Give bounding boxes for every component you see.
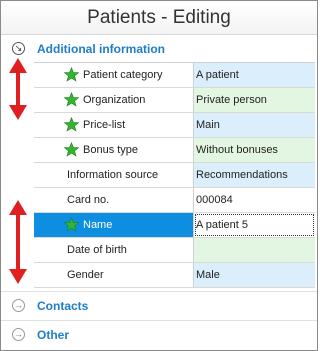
field-caption: Organization [34, 88, 194, 112]
group-other[interactable]: → Other [1, 320, 317, 349]
window-title: Patients - Editing [1, 1, 317, 35]
field-caption: Name [34, 213, 194, 237]
expand-chevron-icon[interactable]: → [12, 328, 25, 341]
field-row-card-no[interactable]: Card no. 000084 [34, 188, 315, 213]
field-label: Date of birth [67, 244, 127, 256]
field-value-card-no[interactable]: 000084 [194, 188, 315, 212]
field-caption: Patient category [34, 63, 194, 87]
field-grid: Patient category A patient Organization … [34, 62, 315, 288]
field-value-organization[interactable]: Private person [194, 88, 315, 112]
field-value-name[interactable]: A patient 5 [194, 213, 315, 237]
field-label: Patient category [83, 69, 163, 81]
group-contacts[interactable]: → Contacts [1, 291, 317, 320]
field-label: Price-list [83, 119, 126, 131]
field-caption: Price-list [34, 113, 194, 137]
field-row-patient-category[interactable]: Patient category A patient [34, 63, 315, 88]
green-star-icon [64, 142, 79, 157]
field-value-information-source[interactable]: Recommendations [194, 163, 315, 187]
field-row-price-list[interactable]: Price-list Main [34, 113, 315, 138]
group-label: Contacts [37, 299, 89, 313]
expand-chevron-icon[interactable]: → [12, 299, 25, 312]
field-value-gender[interactable]: Male [194, 263, 315, 287]
editing-window: Patients - Editing ↘ Additional informat… [0, 0, 318, 351]
green-star-icon [64, 67, 79, 82]
green-star-icon [64, 92, 79, 107]
field-label: Card no. [67, 194, 110, 206]
field-value-bonus-type[interactable]: Without bonuses [194, 138, 315, 162]
field-value-patient-category[interactable]: A patient [194, 63, 315, 87]
field-label: Organization [83, 94, 146, 106]
field-caption: Date of birth [34, 238, 194, 262]
field-value-date-of-birth[interactable] [194, 238, 315, 262]
field-row-date-of-birth[interactable]: Date of birth [34, 238, 315, 263]
red-double-arrow-icon [9, 58, 27, 120]
field-row-gender[interactable]: Gender Male [34, 263, 315, 288]
field-label: Gender [67, 269, 104, 281]
collapsed-groups: → Contacts → Other [1, 291, 317, 349]
group-label: Other [37, 328, 70, 342]
field-caption: Bonus type [34, 138, 194, 162]
field-value-price-list[interactable]: Main [194, 113, 315, 137]
group-label: Additional information [37, 42, 165, 56]
green-star-icon [64, 217, 79, 232]
field-label: Name [83, 219, 113, 231]
field-caption: Information source [34, 163, 194, 187]
field-caption: Gender [34, 263, 194, 287]
field-label: Bonus type [83, 144, 139, 156]
field-row-organization[interactable]: Organization Private person [34, 88, 315, 113]
field-row-information-source[interactable]: Information source Recommendations [34, 163, 315, 188]
field-row-bonus-type[interactable]: Bonus type Without bonuses [34, 138, 315, 163]
collapse-chevron-icon[interactable]: ↘ [12, 42, 25, 55]
group-additional-information[interactable]: ↘ Additional information [1, 35, 317, 63]
green-star-icon [64, 117, 79, 132]
field-row-name[interactable]: Name A patient 5 [34, 213, 315, 238]
red-double-arrow-icon [9, 200, 27, 284]
field-caption: Card no. [34, 188, 194, 212]
field-label: Information source [67, 169, 159, 181]
